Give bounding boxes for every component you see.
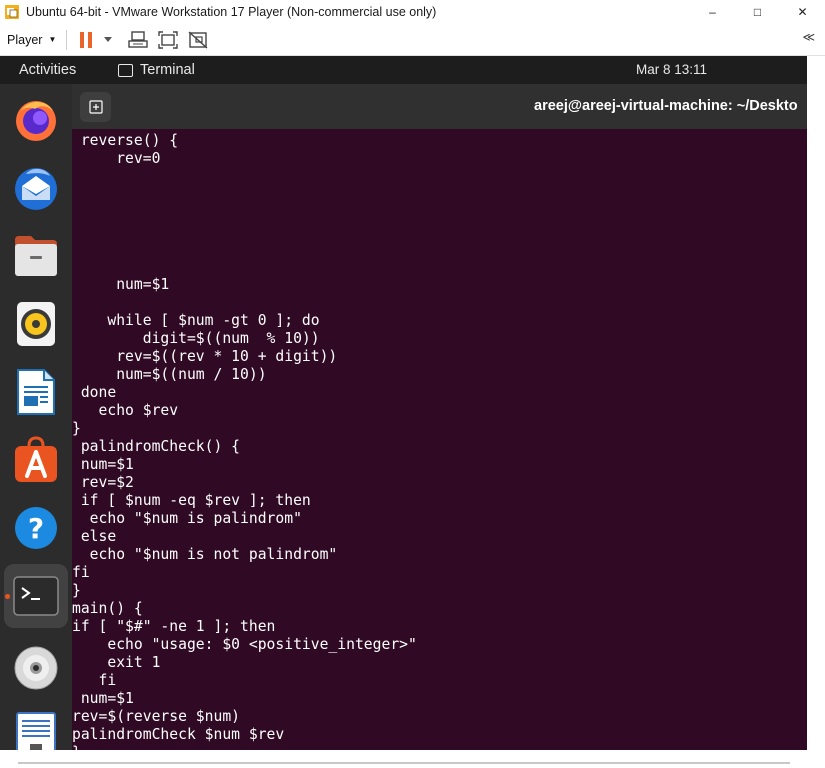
new-tab-button[interactable] bbox=[80, 92, 111, 122]
rhythmbox-icon bbox=[17, 302, 55, 346]
player-menu-button[interactable]: Player ▼ bbox=[7, 33, 56, 47]
fit-guest-icon bbox=[158, 30, 179, 49]
dock-item-dvd[interactable] bbox=[4, 636, 68, 700]
fit-guest-button[interactable] bbox=[157, 28, 179, 52]
dock-item-files[interactable] bbox=[4, 224, 68, 288]
terminal-line: exit 1 bbox=[72, 654, 161, 671]
terminal-line: while [ $num -gt 0 ]; do bbox=[72, 312, 320, 329]
terminal-line: echo "$num is not palindrom" bbox=[72, 546, 338, 563]
vmware-right-edge bbox=[807, 56, 825, 768]
svg-text:?: ? bbox=[28, 512, 44, 545]
activities-button[interactable]: Activities bbox=[19, 62, 76, 78]
maximize-button[interactable]: □ bbox=[735, 0, 780, 24]
dvd-icon bbox=[14, 646, 58, 690]
chevron-down-icon bbox=[104, 36, 113, 42]
app-menu-label: Terminal bbox=[140, 62, 195, 78]
terminal-line: } bbox=[72, 582, 81, 599]
vmware-bottom-edge bbox=[0, 750, 825, 768]
running-indicator bbox=[5, 594, 10, 599]
terminal-line: fi bbox=[72, 672, 117, 689]
unity-button[interactable] bbox=[187, 28, 209, 52]
terminal-line: main() { bbox=[72, 600, 143, 617]
files-icon bbox=[15, 236, 57, 276]
player-menu-label: Player bbox=[7, 32, 43, 47]
new-tab-icon bbox=[88, 100, 103, 114]
close-button[interactable]: ✕ bbox=[780, 0, 825, 24]
clock[interactable]: Mar 8 13:11 bbox=[636, 62, 707, 77]
terminal-line: rev=$((rev * 10 + digit)) bbox=[72, 348, 338, 365]
send-ctrl-alt-del-icon bbox=[128, 30, 149, 48]
unity-icon bbox=[188, 30, 208, 49]
pause-icon bbox=[80, 31, 93, 48]
terminal-line: fi bbox=[72, 564, 90, 581]
window-title: Ubuntu 64-bit - VMware Workstation 17 Pl… bbox=[26, 5, 437, 19]
terminal-line: echo "$num is palindrom" bbox=[72, 510, 302, 527]
dock-item-thunderbird[interactable] bbox=[4, 156, 68, 220]
terminal-line: num=$1 bbox=[72, 690, 134, 707]
app-menu-button[interactable]: Terminal bbox=[118, 62, 195, 78]
firefox-icon bbox=[16, 101, 56, 141]
send-ctrl-alt-del-button[interactable] bbox=[127, 28, 149, 52]
terminal-line: echo "usage: $0 <positive_integer>" bbox=[72, 636, 417, 653]
terminal-line: num=$1 bbox=[72, 456, 134, 473]
libreoffice-writer-icon bbox=[17, 369, 55, 415]
dock-item-writer[interactable] bbox=[4, 360, 68, 424]
terminal-line: palindromCheck() { bbox=[72, 438, 241, 455]
dock-item-ubuntu-software[interactable] bbox=[4, 428, 68, 492]
terminal-line: done bbox=[72, 384, 117, 401]
dock-item-terminal[interactable] bbox=[4, 564, 68, 628]
pause-button[interactable] bbox=[77, 28, 95, 52]
terminal-line: rev=0 bbox=[72, 150, 161, 167]
terminal-line: if [ $num -eq $rev ]; then bbox=[72, 492, 311, 509]
vmware-title-bar: Ubuntu 64-bit - VMware Workstation 17 Pl… bbox=[0, 0, 825, 24]
dock: ? bbox=[0, 84, 72, 760]
vmware-app-icon bbox=[5, 5, 19, 19]
vmware-toolbar: Player ▼ ≪ bbox=[0, 24, 825, 56]
terminal-line: num=$1 bbox=[72, 276, 170, 293]
toolbar-divider bbox=[66, 29, 68, 50]
terminal-line: else bbox=[72, 528, 117, 545]
terminal-line: digit=$((num % 10)) bbox=[72, 330, 320, 347]
terminal-viewport[interactable]: reverse() { rev=0 num=$1 while [ $num -g… bbox=[72, 129, 807, 750]
terminal-icon bbox=[118, 63, 133, 77]
horizontal-scrollbar[interactable] bbox=[18, 762, 790, 764]
dock-item-firefox[interactable] bbox=[4, 88, 68, 152]
terminal-line: reverse() { bbox=[72, 132, 179, 149]
dock-item-rhythmbox[interactable] bbox=[4, 292, 68, 356]
thunderbird-icon bbox=[15, 168, 57, 210]
chevron-down-icon: ▼ bbox=[48, 35, 57, 44]
terminal-line: num=$((num / 10)) bbox=[72, 366, 267, 383]
terminal-text[interactable]: reverse() { rev=0 num=$1 while [ $num -g… bbox=[72, 132, 807, 750]
terminal-line: palindromCheck $num $rev bbox=[72, 726, 285, 743]
pause-options-button[interactable] bbox=[103, 28, 113, 52]
terminal-line: echo $rev bbox=[72, 402, 179, 419]
terminal-line: rev=$(reverse $num) bbox=[72, 708, 241, 725]
minimize-button[interactable]: – bbox=[690, 0, 735, 24]
terminal-title: areej@areej-virtual-machine: ~/Deskto bbox=[534, 98, 798, 114]
terminal-line: if [ "$#" -ne 1 ]; then bbox=[72, 618, 276, 635]
terminal-icon bbox=[13, 576, 59, 616]
help-icon: ? bbox=[15, 507, 57, 549]
terminal-header-bar: areej@areej-virtual-machine: ~/Deskto bbox=[72, 84, 807, 129]
gnome-top-bar: Activities Terminal Mar 8 13:11 bbox=[0, 56, 807, 84]
ubuntu-software-icon bbox=[15, 436, 57, 482]
terminal-line: rev=$2 bbox=[72, 474, 134, 491]
terminal-line: } bbox=[72, 420, 81, 437]
collapse-toolbar-button[interactable]: ≪ bbox=[802, 30, 815, 44]
dock-item-help[interactable]: ? bbox=[4, 496, 68, 560]
